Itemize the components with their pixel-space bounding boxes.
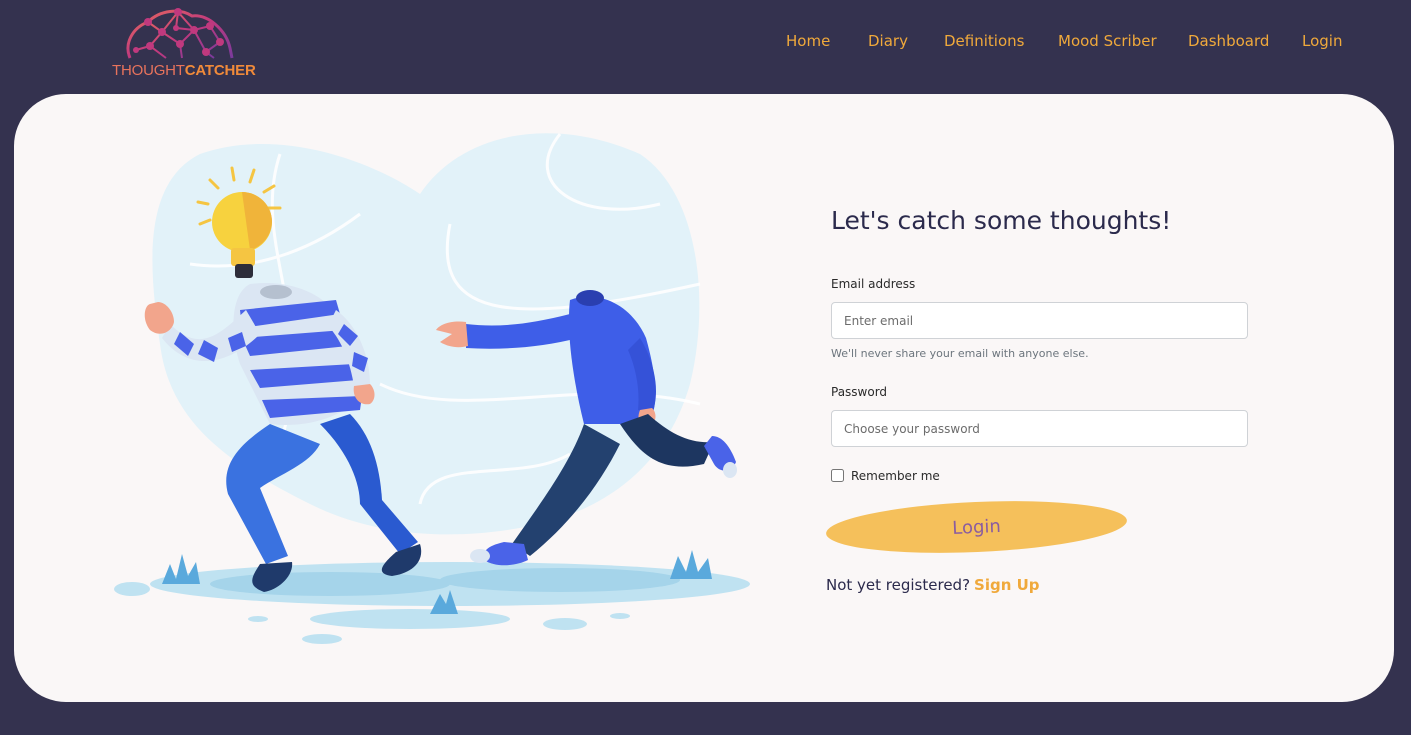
login-button[interactable]: Login xyxy=(825,495,1128,559)
email-field[interactable] xyxy=(831,302,1248,339)
email-label: Email address xyxy=(831,277,916,291)
nav-home[interactable]: Home xyxy=(786,32,830,50)
nav-login[interactable]: Login xyxy=(1302,32,1342,50)
nav-diary[interactable]: Diary xyxy=(868,32,908,50)
nav-mood-scriber[interactable]: Mood Scriber xyxy=(1058,32,1157,50)
remember-me-checkbox[interactable] xyxy=(831,469,844,482)
password-label: Password xyxy=(831,385,888,399)
nav-dashboard[interactable]: Dashboard xyxy=(1188,32,1269,50)
signup-prompt-text: Not yet registered? xyxy=(826,576,971,594)
logo-wordmark: THOUGHTCATCHER xyxy=(112,62,256,79)
main-nav: Home Diary Definitions Mood Scriber Dash… xyxy=(0,32,1411,52)
logo-text-thought: THOUGHT xyxy=(112,62,185,79)
page-title: Let's catch some thoughts! xyxy=(831,206,1172,235)
signup-link[interactable]: Sign Up xyxy=(974,576,1040,594)
signup-prompt: Not yet registered? Sign Up xyxy=(826,576,1040,594)
password-field[interactable] xyxy=(831,410,1248,447)
logo-text-catcher: CATCHER xyxy=(184,62,256,79)
running-people-illustration xyxy=(114,133,750,644)
login-card: Let's catch some thoughts! Email address… xyxy=(14,94,1394,702)
email-help-text: We'll never share your email with anyone… xyxy=(831,347,1089,360)
remember-me-label[interactable]: Remember me xyxy=(851,469,940,483)
nav-definitions[interactable]: Definitions xyxy=(944,32,1024,50)
